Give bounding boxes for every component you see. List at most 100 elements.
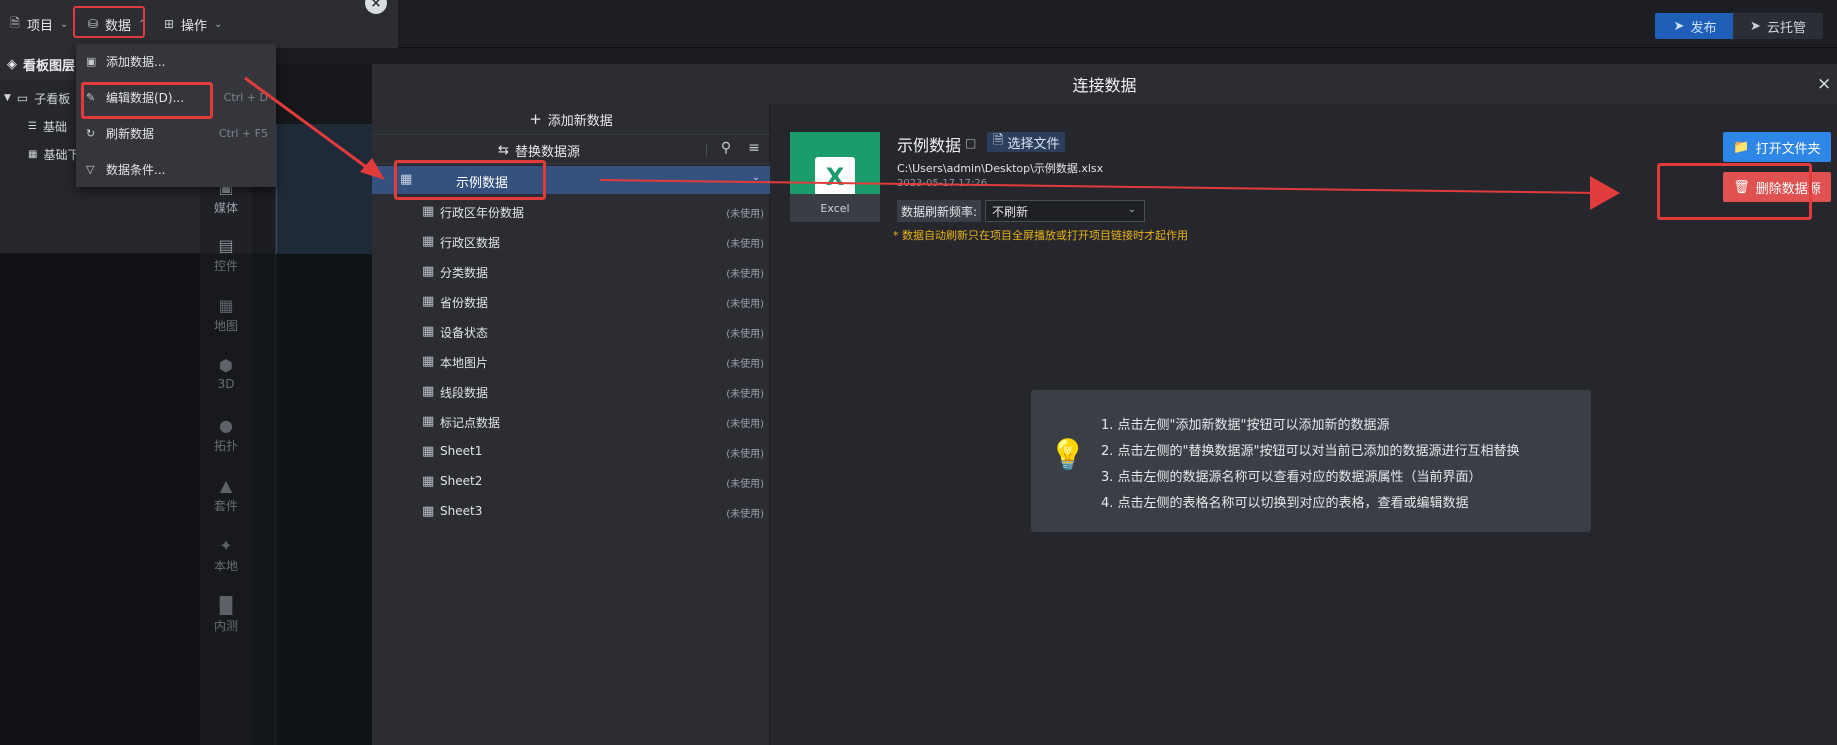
menu-item-data-condition[interactable]: ▽ 数据条件... [76, 152, 276, 186]
add-new-data-label: 添加新数据 [547, 113, 613, 129]
sheet-item[interactable]: ▦ Sheet2 (未使用) [372, 466, 770, 496]
table-icon: ▦ [422, 444, 435, 459]
table-icon: ▦ [422, 384, 435, 399]
layer-item-basic-2[interactable]: ▦ 基础下 [28, 142, 79, 166]
layer-item-basic[interactable]: ☰ 基础 [28, 114, 67, 138]
chevron-down-icon: ⌄ [214, 18, 223, 30]
sheet-status: (未使用) [726, 389, 764, 400]
sheet-item[interactable]: ▦ Sheet3 (未使用) [372, 496, 770, 526]
highlight-box-delete [1657, 163, 1812, 220]
publish-label: 发布 [1690, 20, 1717, 36]
refresh-frequency-label: 数据刷新频率: [897, 200, 982, 222]
horizontal-ruler [276, 48, 1837, 64]
refresh-frequency-select[interactable]: 不刷新 ⌄ [985, 200, 1145, 222]
cloud-label: 云托管 [1766, 20, 1806, 36]
sheet-name: 本地图片 [440, 356, 489, 370]
table-icon: ▦ [422, 204, 435, 219]
file-path: C:\Users\admin\Desktop\示例数据.xlsx [897, 162, 1104, 175]
sheet-item[interactable]: ▦ 分类数据 (未使用) [372, 256, 770, 286]
top-menu-area: 🗎 项目 ⌄ ⛁ 数据 ⌃ ⊞ 操作 ⌄ × [0, 0, 398, 48]
grid-icon: ⊞ [163, 17, 175, 31]
highlight-box-sample-data [394, 160, 546, 200]
file-date: 2023-05-17 17:26 [897, 178, 988, 189]
sheet-name: 标记点数据 [440, 416, 501, 430]
sheet-name: 线段数据 [440, 386, 489, 400]
sheet-status: (未使用) [726, 329, 764, 340]
sheet-item[interactable]: ▦ 省份数据 (未使用) [372, 286, 770, 316]
refresh-icon: ↻ [86, 126, 96, 140]
dialog-title: 连接数据 [1072, 76, 1137, 95]
table-icon: ▦ [422, 354, 435, 369]
open-folder-button[interactable]: 📁 打开文件夹 [1723, 132, 1831, 162]
sheet-status: (未使用) [726, 269, 764, 280]
refresh-warning: * 数据自动刷新只在项目全屏播放或打开项目链接时才起作用 [893, 229, 1188, 242]
table-icon: ▦ [422, 294, 435, 309]
tip-line: 2. 点击左侧的"替换数据源"按钮可以对当前已添加的数据源进行互相替换 [1101, 444, 1520, 459]
menu-item-shortcut: Ctrl + F5 [218, 126, 268, 140]
control-icon: ▤ [218, 236, 234, 255]
sheet-name: 省份数据 [440, 296, 489, 310]
add-new-data-button[interactable]: + 添加新数据 [372, 104, 770, 134]
chevron-down-icon: ⌄ [751, 172, 760, 183]
tip-line: 1. 点击左侧"添加新数据"按钮可以添加新的数据源 [1101, 418, 1390, 433]
sheet-status: (未使用) [726, 419, 764, 430]
sort-icon[interactable]: ≡ [744, 140, 764, 160]
sheet-status: (未使用) [726, 239, 764, 250]
menu-operation[interactable]: ⊞ 操作 ⌄ [162, 10, 222, 38]
table-icon: ▦ [422, 324, 435, 339]
layer-item-subboard[interactable]: ▼ ▭ 子看板 [4, 86, 70, 110]
menu-item-label: 刷新数据 [106, 126, 155, 141]
data-source-list: + 添加新数据 ⇆ 替换数据源 ⚲ ≡ ▦ 示例数据 ⌄ ▦ 行政区年份数据 (… [372, 104, 770, 745]
sheet-name: 分类数据 [440, 266, 489, 280]
select-file-button[interactable]: 🗎 选择文件 [987, 132, 1066, 152]
chart-icon: ☰ [28, 120, 37, 132]
menu-operation-label: 操作 [181, 18, 208, 34]
rename-icon[interactable]: □ [965, 136, 976, 150]
table-icon: ▦ [28, 148, 38, 160]
tips-card: 💡 1. 点击左侧"添加新数据"按钮可以添加新的数据源 2. 点击左侧的"替换数… [1031, 390, 1591, 532]
lightbulb-icon: 💡 [1049, 438, 1087, 473]
publish-button[interactable]: ➤ 发布 [1655, 13, 1735, 39]
menu-item-label: 数据条件... [106, 162, 166, 177]
caret-down-icon: ▼ [4, 93, 11, 103]
chevron-down-icon: ⌄ [60, 18, 69, 30]
sheet-status: (未使用) [726, 449, 764, 460]
layer-item-label: 基础 [42, 119, 67, 134]
refresh-frequency-value: 不刷新 [992, 204, 1029, 219]
tip-line: 3. 点击左侧的数据源名称可以查看对应的数据源属性（当前界面） [1101, 470, 1482, 485]
layer-item-label: 基础下 [43, 147, 80, 162]
sheet-item[interactable]: ▦ 行政区数据 (未使用) [372, 226, 770, 256]
dim-overlay [0, 254, 372, 745]
sheet-item[interactable]: ▦ 线段数据 (未使用) [372, 376, 770, 406]
send-icon: ➤ [1673, 18, 1685, 34]
swap-icon: ⇆ [498, 142, 509, 158]
sheet-item[interactable]: ▦ 标记点数据 (未使用) [372, 406, 770, 436]
cloud-hosting-button[interactable]: ➤ 云托管 [1733, 13, 1823, 39]
menu-item-label: 添加数据... [106, 54, 166, 69]
sheet-status: (未使用) [726, 479, 764, 490]
canvas-selection [276, 124, 372, 254]
sheet-name: 行政区年份数据 [440, 206, 525, 220]
sheet-item[interactable]: ▦ 行政区年份数据 (未使用) [372, 196, 770, 226]
menu-item-add-data[interactable]: ▣ 添加数据... [76, 44, 276, 78]
close-icon[interactable]: × [365, 0, 387, 14]
replace-data-source-label: 替换数据源 [514, 144, 580, 160]
close-icon[interactable]: × [1817, 74, 1837, 94]
sheet-status: (未使用) [726, 209, 764, 220]
menu-item-refresh-data[interactable]: ↻ 刷新数据 Ctrl + F5 [76, 116, 276, 150]
add-box-icon: ▣ [86, 54, 97, 68]
divider [706, 143, 707, 157]
table-icon: ▦ [422, 504, 435, 519]
table-icon: ▦ [422, 474, 435, 489]
sheet-name: Sheet1 [440, 444, 483, 458]
dialog-title-bar: 连接数据 [372, 64, 1837, 104]
toolbar-item-label: 媒体 [213, 201, 238, 215]
sheet-item[interactable]: ▦ 本地图片 (未使用) [372, 346, 770, 376]
menu-project[interactable]: 🗎 项目 ⌄ [8, 10, 68, 38]
sheet-item[interactable]: ▦ 设备状态 (未使用) [372, 316, 770, 346]
table-icon: ▦ [422, 414, 435, 429]
search-icon[interactable]: ⚲ [716, 140, 736, 160]
sheet-item[interactable]: ▦ Sheet1 (未使用) [372, 436, 770, 466]
excel-type-label: Excel [790, 194, 880, 222]
highlight-box-data-menu [73, 6, 145, 38]
